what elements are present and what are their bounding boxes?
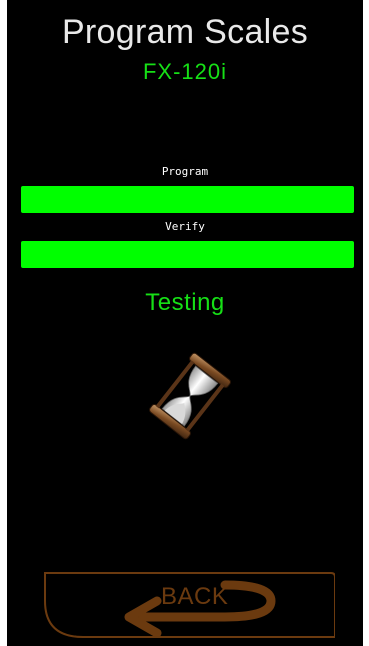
program-progress-label: Program (161, 165, 209, 178)
model-name: FX-120i (142, 59, 228, 84)
page-title: Program Scales (61, 13, 309, 51)
program-progress-fill (21, 186, 354, 213)
device-screen: Program Scales FX-120i Program Verify Te… (7, 0, 363, 646)
program-progress-bar (21, 186, 354, 213)
back-button[interactable]: BACK (43, 571, 335, 639)
hourglass-icon (148, 351, 232, 441)
verify-progress-bar (21, 241, 354, 268)
status-text: Testing (145, 289, 225, 316)
verify-progress-fill (21, 241, 354, 268)
back-button-label: BACK (161, 583, 229, 610)
verify-progress-label: Verify (165, 220, 205, 233)
